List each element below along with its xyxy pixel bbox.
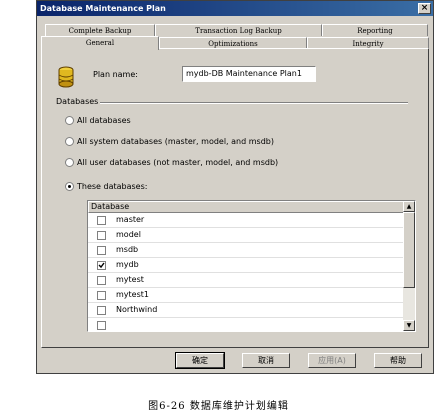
radio-system-databases[interactable] (65, 137, 74, 146)
database-name: Northwind (116, 305, 158, 314)
checkbox[interactable] (97, 216, 106, 225)
dialog-title: Database Maintenance Plan (40, 4, 166, 13)
database-name: mydb (116, 260, 139, 269)
checkbox[interactable] (97, 321, 106, 330)
vertical-scrollbar[interactable]: ▲ ▼ (403, 201, 415, 331)
figure-caption: 图6-26 数据库维护计划编辑 (148, 401, 289, 412)
option-label: These databases: (77, 182, 148, 191)
cancel-button[interactable]: 取消 (242, 353, 290, 368)
checkbox[interactable] (97, 306, 106, 315)
apply-button[interactable]: 应用(A) (308, 353, 356, 368)
checkbox[interactable] (97, 246, 106, 255)
list-item[interactable]: msdb (88, 244, 404, 258)
option-label: All user databases (not master, model, a… (77, 158, 279, 167)
list-item[interactable]: master (88, 214, 404, 228)
checkbox[interactable] (97, 276, 106, 285)
database-icon (58, 66, 74, 88)
list-item[interactable]: mytest (88, 274, 404, 288)
checkbox[interactable] (97, 231, 106, 240)
list-item[interactable]: mydb (88, 259, 404, 273)
scroll-down-icon[interactable]: ▼ (403, 320, 415, 331)
database-name: mytest1 (116, 290, 149, 299)
checkmark-icon (98, 262, 105, 269)
group-divider (100, 102, 408, 104)
radio-all-databases[interactable] (65, 116, 74, 125)
scroll-thumb[interactable] (403, 212, 415, 288)
list-item[interactable]: Northwind (88, 304, 404, 318)
help-button[interactable]: 帮助 (374, 353, 422, 368)
option-label: All system databases (master, model, and… (77, 137, 274, 146)
tab-transaction-log-backup[interactable]: Transaction Log Backup (155, 24, 322, 36)
plan-name-field[interactable]: mydb-DB Maintenance Plan1 (182, 66, 316, 82)
database-name: mytest (116, 275, 144, 284)
scroll-up-icon[interactable]: ▲ (403, 201, 415, 212)
tab-complete-backup[interactable]: Complete Backup (45, 24, 155, 36)
database-name: master (116, 215, 145, 224)
ok-button[interactable]: 确定 (175, 352, 225, 369)
database-list[interactable]: Database master model msdb mydb mytest m… (87, 200, 416, 332)
plan-name-label: Plan name: (93, 70, 138, 79)
radio-these-databases[interactable] (65, 182, 74, 191)
list-item[interactable]: mytest1 (88, 289, 404, 303)
list-item-partial[interactable] (88, 319, 404, 331)
checkbox[interactable] (97, 291, 106, 300)
close-button[interactable]: × (418, 3, 431, 14)
tab-reporting[interactable]: Reporting (322, 24, 428, 36)
close-icon: × (420, 3, 429, 13)
list-item[interactable]: model (88, 229, 404, 243)
option-label: All databases (77, 116, 131, 125)
tab-general[interactable]: General (41, 36, 159, 50)
databases-group-label: Databases (56, 97, 99, 106)
database-name: msdb (116, 245, 139, 254)
title-bar: Database Maintenance Plan × (37, 1, 433, 16)
database-name: model (116, 230, 141, 239)
radio-user-databases[interactable] (65, 158, 74, 167)
checkbox-checked[interactable] (97, 261, 106, 270)
column-header-database[interactable]: Database (88, 201, 404, 213)
